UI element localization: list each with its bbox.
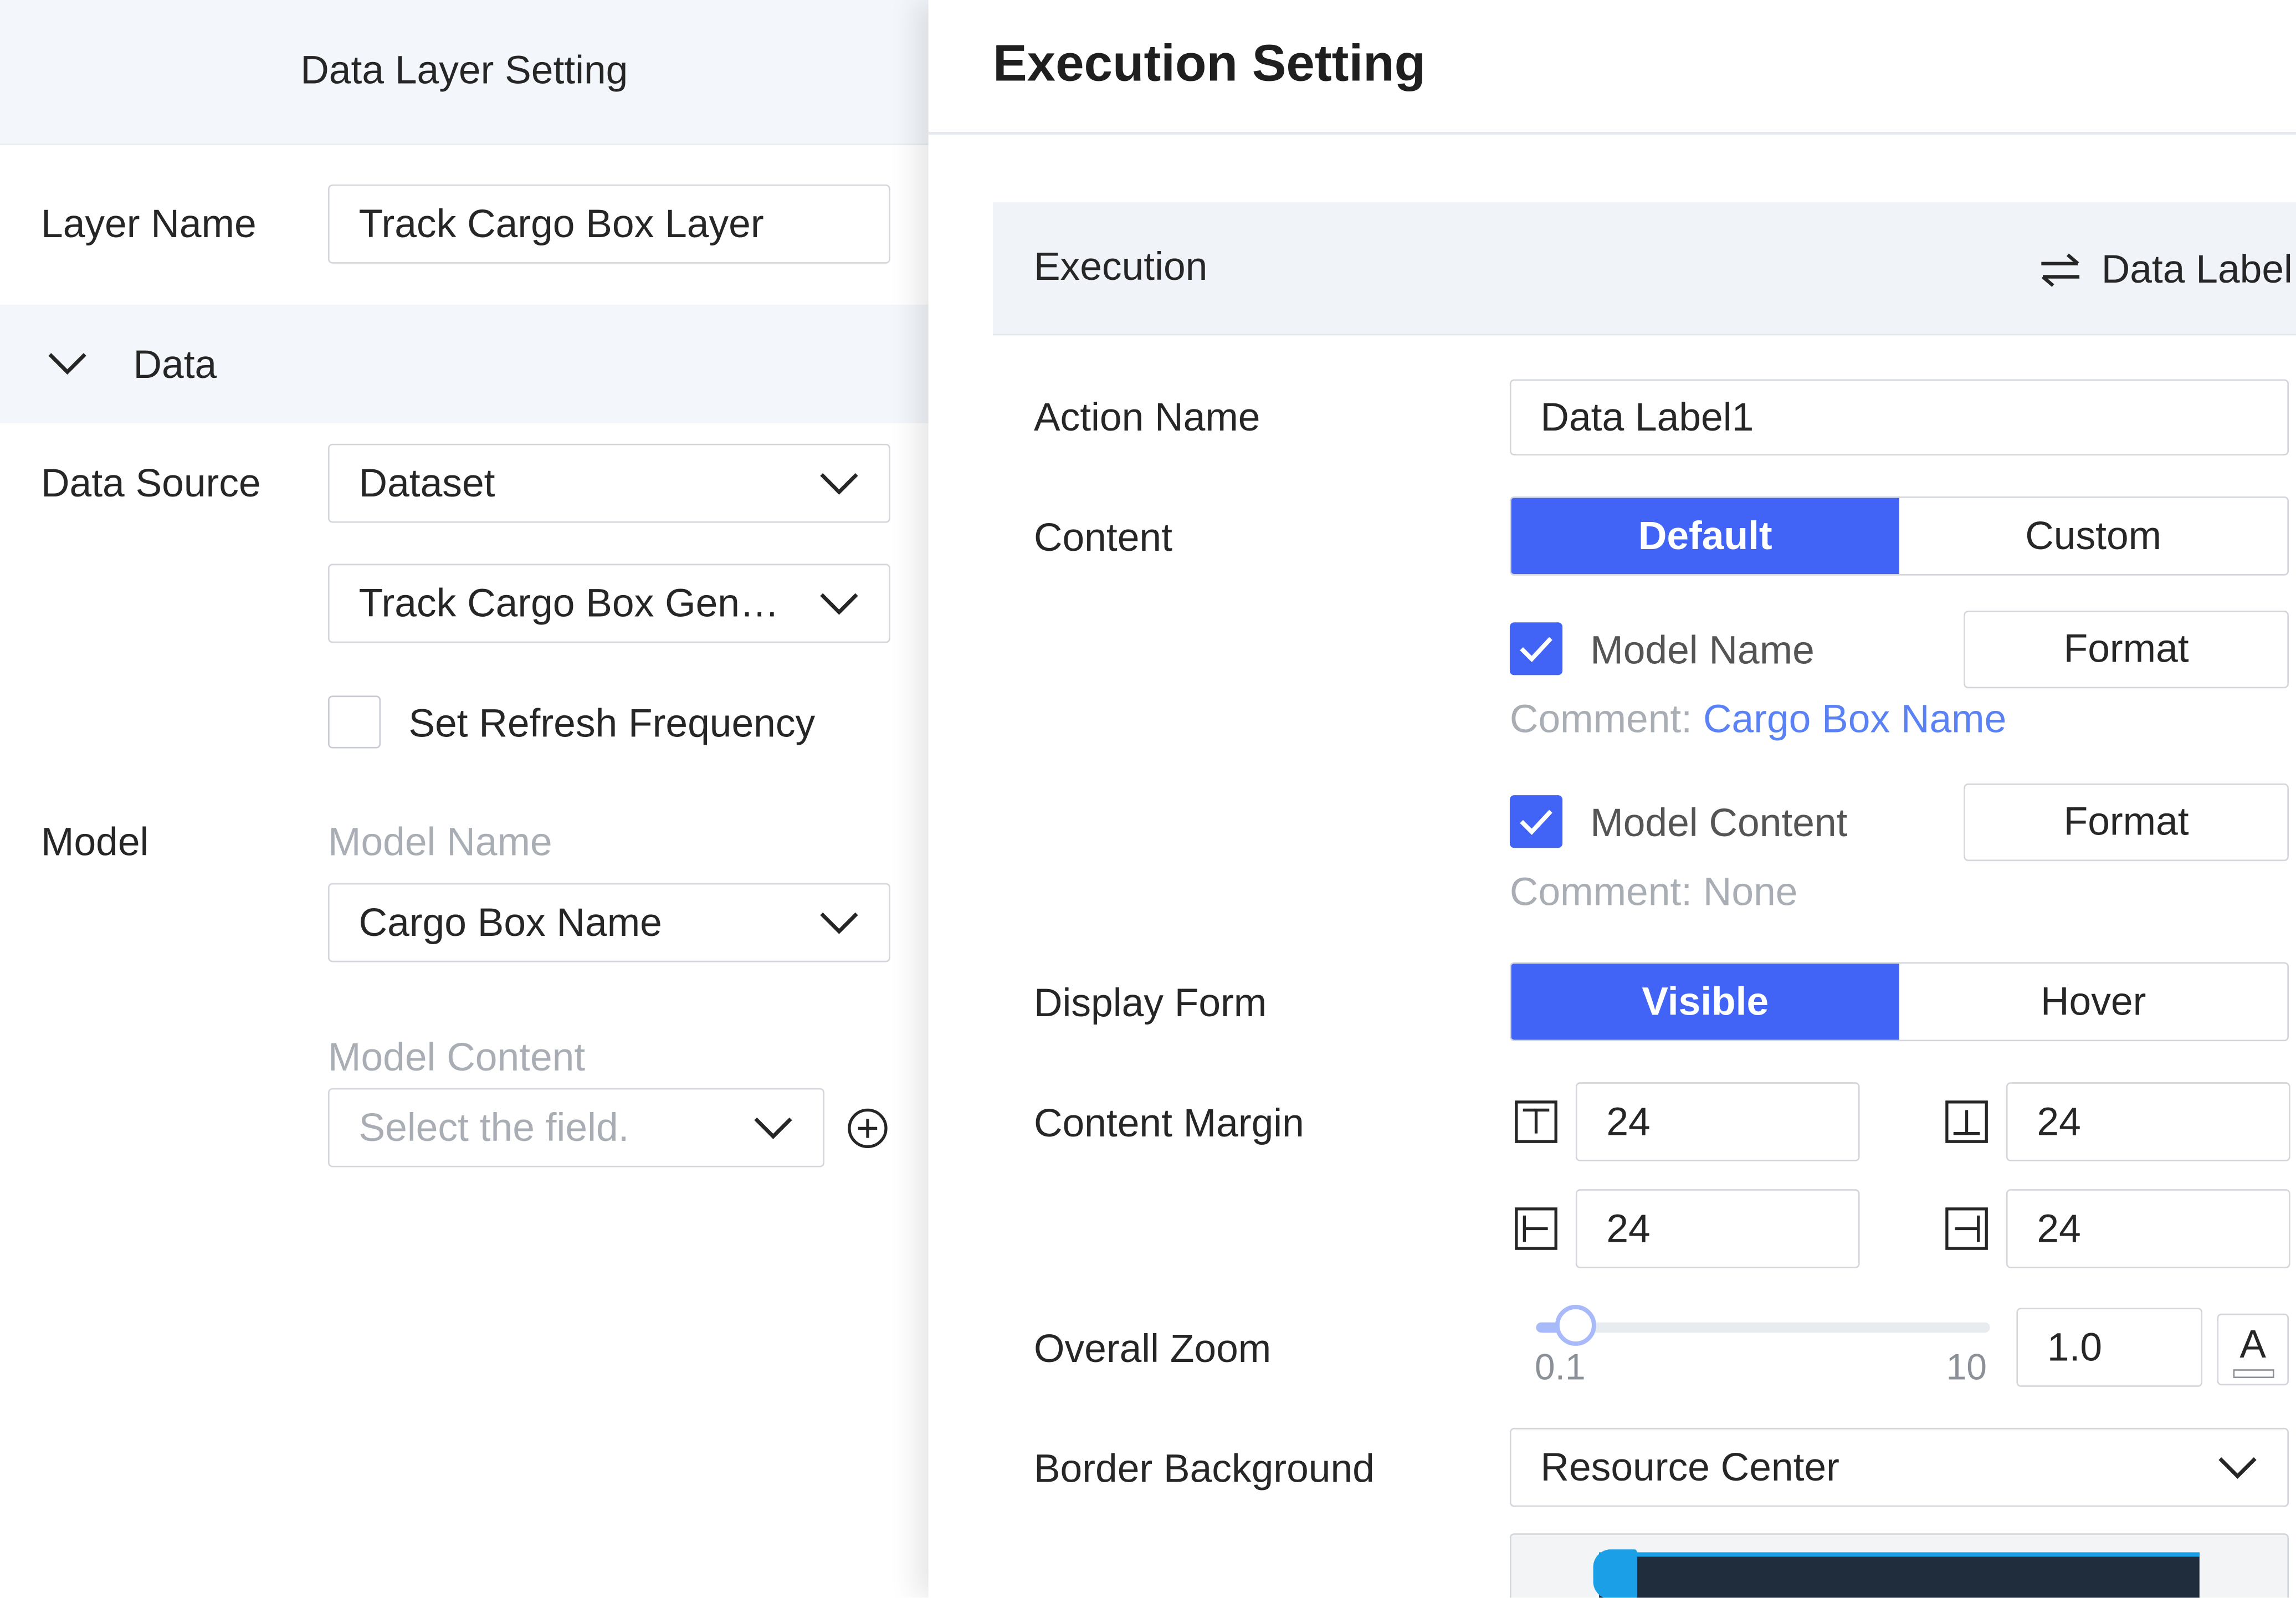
margin-left-input[interactable]: 24 bbox=[1575, 1189, 1860, 1268]
model-content-caption: Model Content bbox=[328, 1035, 586, 1079]
margin-bottom-input[interactable]: 24 bbox=[2006, 1082, 2290, 1161]
chevron-down-icon bbox=[2218, 1457, 2257, 1479]
execution-label: Execution bbox=[1033, 244, 1208, 289]
dataset-select[interactable]: Track Cargo Box Gen… bbox=[328, 564, 890, 643]
model-name-select[interactable]: Cargo Box Name bbox=[328, 883, 890, 962]
action-name-input[interactable]: Data Label1 bbox=[1509, 379, 2289, 455]
refresh-frequency-checkbox[interactable] bbox=[328, 695, 381, 749]
zoom-slider-track[interactable] bbox=[1536, 1322, 1990, 1333]
zoom-value-input[interactable]: 1.0 bbox=[2016, 1308, 2203, 1387]
margin-bottom-value: 24 bbox=[2037, 1099, 2081, 1143]
data-label-link[interactable]: Data Label bbox=[2102, 248, 2293, 293]
data-layer-panel: Data Layer Setting Layer Name Track Carg… bbox=[0, 0, 929, 1598]
model-name-caption: Model Name bbox=[328, 820, 552, 864]
data-source-label: Data Source bbox=[41, 461, 261, 505]
refresh-frequency-label: Set Refresh Frequency bbox=[408, 701, 816, 746]
model-content-placeholder: Select the field. bbox=[358, 1105, 629, 1149]
drawer-title: Execution Setting bbox=[992, 35, 1426, 93]
model-label: Model bbox=[41, 820, 149, 864]
model-name-comment: Comment: Cargo Box Name bbox=[1510, 697, 2006, 742]
margin-right-value: 24 bbox=[2037, 1206, 2081, 1250]
layer-name-label: Layer Name bbox=[41, 202, 257, 247]
content-toggle: Default Custom bbox=[1509, 496, 2289, 576]
display-hover-option[interactable]: Hover bbox=[1899, 964, 2287, 1039]
model-content-select[interactable]: Select the field. bbox=[328, 1088, 825, 1167]
execution-setting-drawer: Execution Setting Execution Data Label A… bbox=[928, 0, 2296, 1598]
border-background-select[interactable]: Resource Center bbox=[1509, 1427, 2289, 1507]
content-label: Content bbox=[1033, 515, 1172, 560]
add-circle-icon[interactable] bbox=[847, 1107, 889, 1150]
scene: Data Layer Setting Layer Name Track Carg… bbox=[0, 0, 2296, 1598]
execution-bar: Execution Data Label bbox=[992, 202, 2296, 336]
font-color-bar bbox=[2232, 1368, 2274, 1377]
model-content-format-button[interactable]: Format bbox=[1964, 783, 2289, 862]
margin-bottom-icon bbox=[1945, 1100, 1988, 1143]
comment-prefix: Comment: bbox=[1509, 697, 1693, 741]
margin-left-value: 24 bbox=[1606, 1206, 1651, 1250]
model-content-comment: Comment: None bbox=[1509, 869, 1798, 914]
dataset-value: Track Cargo Box Gen… bbox=[358, 580, 780, 625]
model-name-value: Cargo Box Name bbox=[358, 900, 662, 944]
chevron-down-icon bbox=[48, 353, 86, 375]
checkmark-icon bbox=[1520, 637, 1552, 663]
font-style-button[interactable]: A bbox=[2217, 1313, 2289, 1386]
layer-name-value: Track Cargo Box Layer bbox=[358, 201, 764, 245]
content-margin-label: Content Margin bbox=[1033, 1101, 1304, 1145]
panel-header: Data Layer Setting bbox=[0, 0, 929, 145]
margin-top-value: 24 bbox=[1606, 1099, 1651, 1143]
panel-title: Data Layer Setting bbox=[300, 48, 628, 93]
divider bbox=[928, 131, 2296, 135]
zoom-slider-handle[interactable] bbox=[1555, 1304, 1596, 1346]
model-content-checkbox[interactable] bbox=[1509, 795, 1563, 848]
action-name-label: Action Name bbox=[1033, 395, 1260, 439]
display-form-label: Display Form bbox=[1033, 981, 1267, 1026]
model-name-format-button[interactable]: Format bbox=[1964, 611, 2289, 689]
margin-right-input[interactable]: 24 bbox=[2006, 1189, 2290, 1268]
font-style-glyph: A bbox=[2239, 1322, 2267, 1366]
content-custom-option[interactable]: Custom bbox=[1899, 498, 2287, 574]
overall-zoom-label: Overall Zoom bbox=[1033, 1326, 1272, 1371]
preview-accent bbox=[1593, 1549, 1637, 1598]
data-source-select[interactable]: Dataset bbox=[328, 443, 890, 523]
margin-right-icon bbox=[1945, 1207, 1988, 1250]
model-name-checkbox[interactable] bbox=[1509, 622, 1563, 675]
data-section-label: Data bbox=[133, 342, 217, 387]
margin-left-icon bbox=[1515, 1207, 1557, 1250]
layer-name-input[interactable]: Track Cargo Box Layer bbox=[328, 185, 890, 264]
zoom-value: 1.0 bbox=[2047, 1324, 2103, 1369]
comment-model-name: Cargo Box Name bbox=[1703, 697, 2007, 741]
preview-image bbox=[1599, 1552, 2200, 1598]
background-preview[interactable] bbox=[1509, 1533, 2289, 1598]
zoom-min-label: 0.1 bbox=[1534, 1347, 1586, 1389]
chevron-down-icon bbox=[820, 593, 858, 615]
data-section-header[interactable]: Data bbox=[0, 304, 929, 423]
zoom-max-label: 10 bbox=[1946, 1347, 1987, 1389]
chevron-down-icon bbox=[820, 912, 858, 934]
display-form-toggle: Visible Hover bbox=[1509, 962, 2289, 1042]
model-name-check-label: Model Name bbox=[1590, 628, 1815, 673]
model-content-check-label: Model Content bbox=[1590, 801, 1848, 846]
chevron-down-icon bbox=[820, 473, 858, 495]
display-visible-option[interactable]: Visible bbox=[1511, 964, 1899, 1040]
border-background-label: Border Background bbox=[1033, 1447, 1375, 1491]
content-default-option[interactable]: Default bbox=[1511, 498, 1899, 575]
action-name-value: Data Label1 bbox=[1540, 395, 1754, 439]
border-background-value: Resource Center bbox=[1540, 1445, 1839, 1489]
data-source-value: Dataset bbox=[358, 460, 495, 505]
checkmark-icon bbox=[1520, 810, 1552, 835]
switch-arrows-icon[interactable] bbox=[2038, 252, 2082, 287]
margin-top-icon bbox=[1515, 1100, 1557, 1143]
margin-top-input[interactable]: 24 bbox=[1575, 1082, 1860, 1161]
chevron-down-icon bbox=[754, 1117, 792, 1139]
